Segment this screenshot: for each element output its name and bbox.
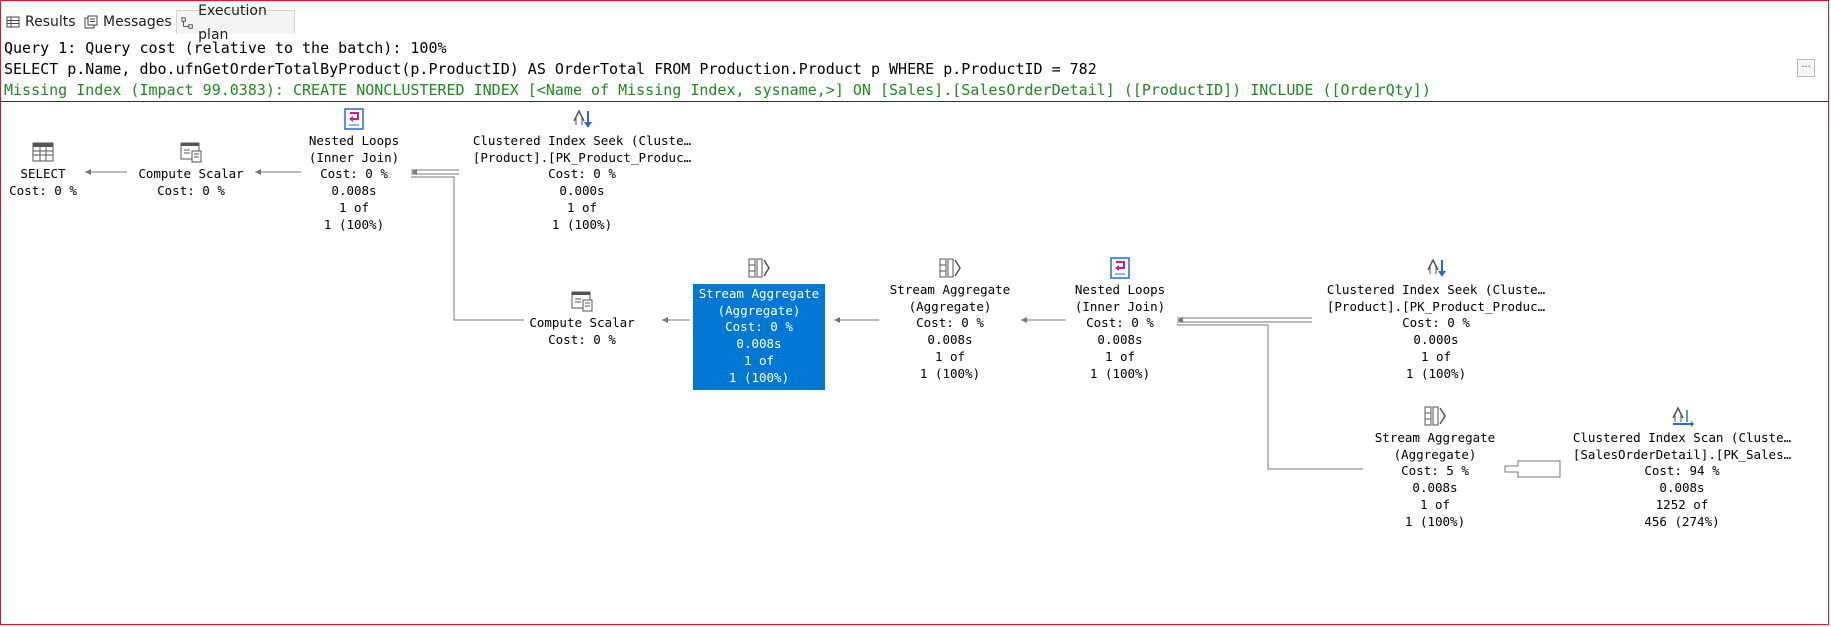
grid-icon [6, 16, 20, 28]
expand-query-button[interactable]: ... [1797, 59, 1815, 77]
clustered-index-seek-icon [573, 109, 592, 128]
tab-messages-label: Messages [103, 14, 172, 30]
plan-node-compute-scalar-1[interactable]: Compute Scalar Cost: 0 % [128, 140, 254, 199]
plan-node-nested-loops-2[interactable]: Nested Loops (Inner Join) Cost: 0 % 0.00… [1064, 256, 1176, 382]
tab-results-label: Results [25, 14, 76, 30]
nested-loops-icon [344, 108, 364, 130]
plan-node-stream-aggregate-1-selected-label: Stream Aggregate (Aggregate) Cost: 0 % 0… [693, 284, 825, 391]
plan-node-nested-loops-1[interactable]: Nested Loops (Inner Join) Cost: 0 % 0.00… [296, 107, 412, 233]
plan-node-stream-aggregate-2[interactable]: Stream Aggregate (Aggregate) Cost: 0 % 0… [880, 256, 1020, 382]
plan-node-stream-aggregate-1[interactable]: Stream Aggregate (Aggregate) Cost: 0 % 0… [693, 256, 825, 391]
plan-node-clustered-index-seek-2[interactable]: Clustered Index Seek (Cluste… [Product].… [1316, 256, 1556, 382]
stream-aggregate-icon [939, 258, 961, 278]
stream-aggregate-icon [748, 258, 770, 278]
header-divider [0, 101, 1829, 102]
messages-icon [84, 15, 98, 29]
tab-messages[interactable]: Messages [80, 10, 178, 34]
compute-scalar-icon [180, 142, 202, 163]
sql-text: SELECT p.Name, dbo.ufnGetOrderTotalByPro… [4, 60, 1097, 78]
plan-node-compute-scalar-2[interactable]: Compute Scalar Cost: 0 % [522, 289, 642, 348]
compute-scalar-icon [571, 291, 593, 312]
missing-index-text[interactable]: Missing Index (Impact 99.0383): CREATE N… [4, 81, 1431, 99]
select-icon [32, 142, 54, 162]
tab-execution-plan[interactable]: Execution plan [176, 3, 295, 43]
plan-node-clustered-index-scan[interactable]: Clustered Index Scan (Cluste… [SalesOrde… [1562, 404, 1802, 530]
plan-node-stream-aggregate-3[interactable]: Stream Aggregate (Aggregate) Cost: 5 % 0… [1366, 404, 1504, 530]
results-tab-bar: Results Messages Execution plan [0, 3, 1829, 43]
execution-plan-icon [181, 16, 193, 29]
plan-node-clustered-index-seek-1[interactable]: Clustered Index Seek (Cluste… [Product].… [462, 107, 702, 233]
tab-results[interactable]: Results [2, 10, 82, 34]
query-cost-text: Query 1: Query cost (relative to the bat… [4, 39, 447, 57]
clustered-index-seek-icon [1427, 258, 1446, 277]
clustered-index-scan-icon [1672, 406, 1694, 427]
stream-aggregate-icon [1424, 406, 1446, 426]
plan-node-select[interactable]: SELECT Cost: 0 % [3, 140, 83, 199]
nested-loops-icon [1110, 257, 1130, 279]
